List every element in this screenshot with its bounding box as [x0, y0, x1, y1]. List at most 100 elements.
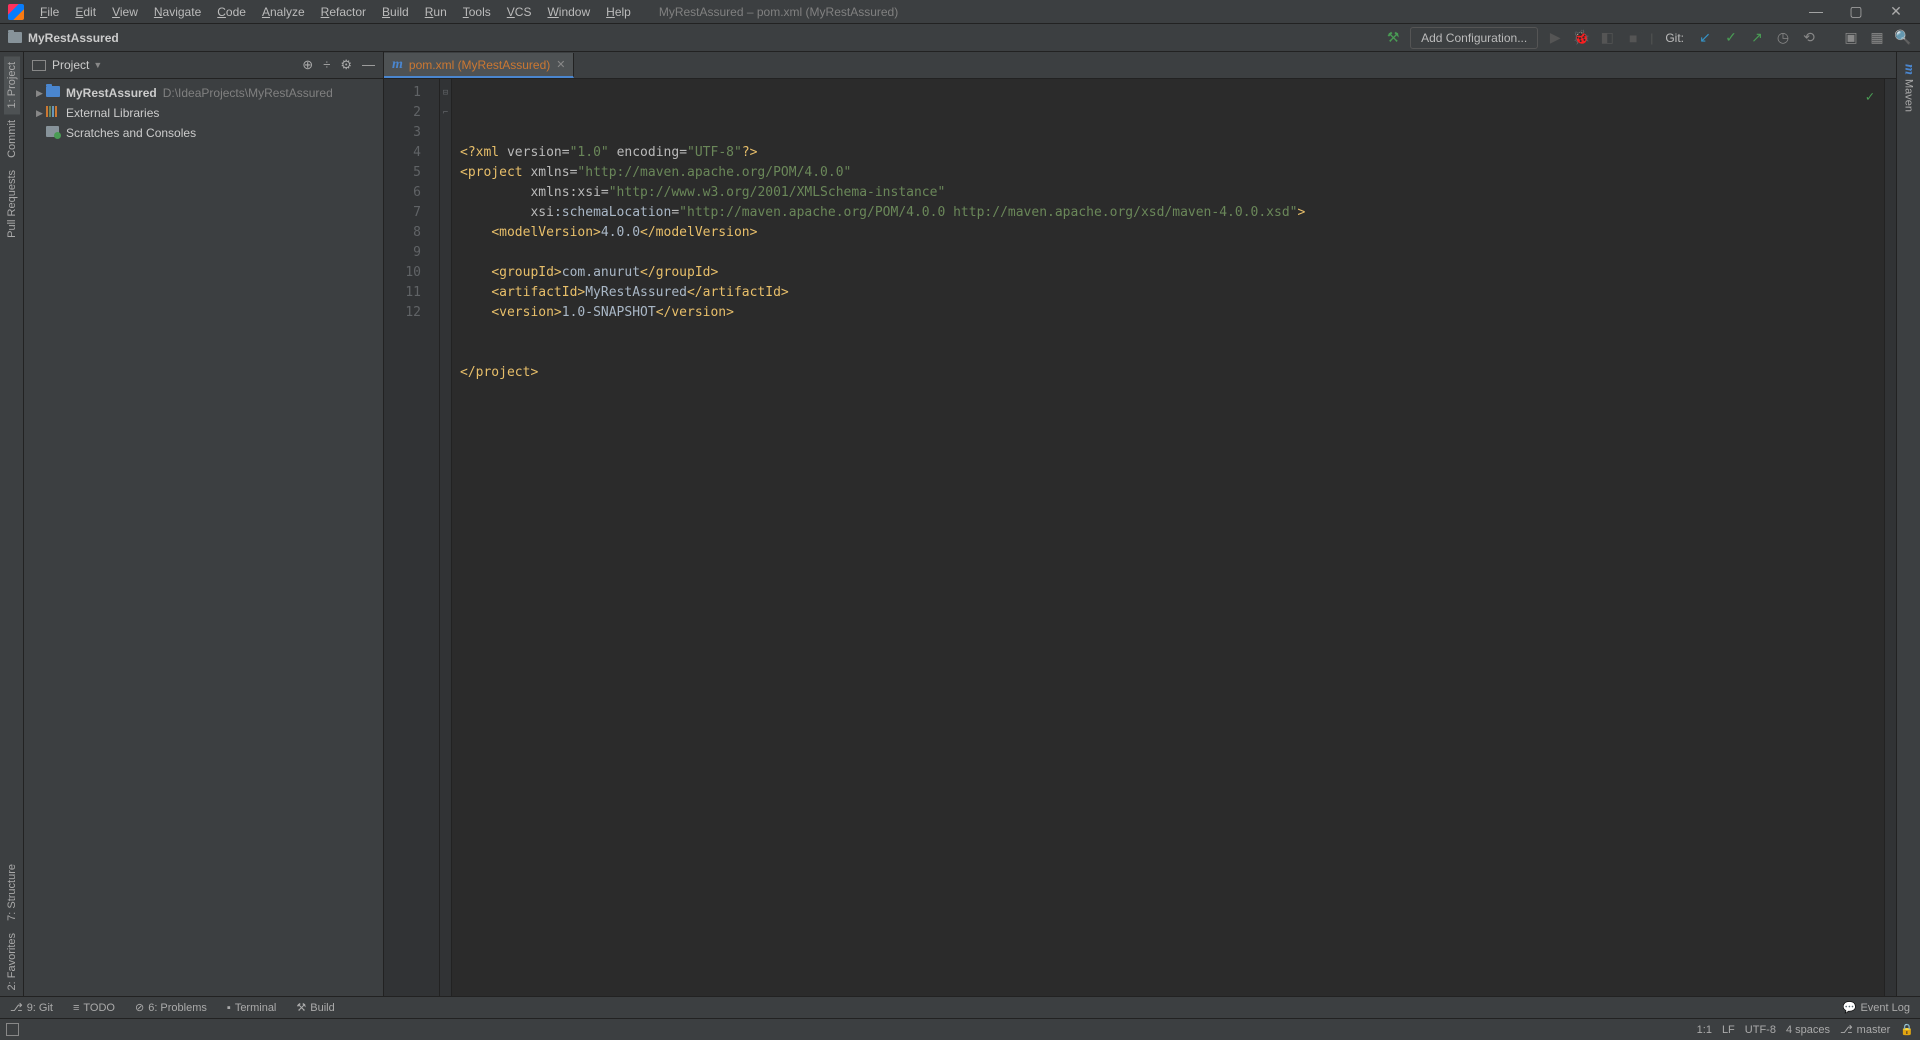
tree-item-label: Scratches and Consoles — [66, 126, 196, 140]
fold-gutter[interactable]: ⊟⌐ — [440, 79, 452, 996]
error-stripe[interactable] — [1884, 79, 1896, 996]
locate-icon[interactable]: ⊕ — [302, 57, 313, 73]
add-configuration-button[interactable]: Add Configuration... — [1410, 27, 1538, 49]
code-line[interactable]: xsi:schemaLocation="http://maven.apache.… — [460, 203, 1884, 223]
menu-refactor[interactable]: Refactor — [313, 3, 374, 21]
minimize-button[interactable]: — — [1796, 3, 1836, 20]
bottom-terminal[interactable]: ▪Terminal — [227, 1002, 276, 1014]
tree-root[interactable]: ▶ MyRestAssured D:\IdeaProjects\MyRestAs… — [24, 83, 383, 103]
search-everywhere-icon[interactable]: 🔍 — [1894, 29, 1912, 47]
toolwindow--structure[interactable]: 7: Structure — [4, 858, 20, 927]
menu-tools[interactable]: Tools — [455, 3, 499, 21]
tab-close-icon[interactable]: ✕ — [556, 58, 565, 71]
bottom-todo[interactable]: ≡TODO — [73, 1002, 115, 1014]
caret-position[interactable]: 1:1 — [1697, 1024, 1712, 1036]
maven-label: Maven — [1903, 79, 1915, 112]
code-line[interactable]: <?xml version="1.0" encoding="UTF-8"?> — [460, 143, 1884, 163]
git-branch[interactable]: ⎇master — [1840, 1023, 1890, 1036]
maven-toolwindow-button[interactable]: m Maven — [1899, 58, 1919, 118]
event-log-button[interactable]: 💬Event Log — [1843, 1001, 1910, 1014]
maximize-button[interactable]: ▢ — [1836, 3, 1876, 20]
inspection-ok-icon[interactable]: ✓ — [1866, 87, 1874, 107]
indent-setting[interactable]: 4 spaces — [1786, 1024, 1830, 1036]
toolwindow--favorites[interactable]: 2: Favorites — [4, 927, 20, 996]
git-push-icon[interactable]: ↗ — [1748, 29, 1766, 47]
tree-scratches[interactable]: Scratches and Consoles — [24, 123, 383, 143]
code-line[interactable] — [460, 323, 1884, 343]
ide-settings-icon[interactable]: ▦ — [1868, 29, 1886, 47]
tab-label: pom.xml (MyRestAssured) — [409, 58, 550, 72]
bottom-toolwindow-bar: ⎇9: Git ≡TODO ⊘6: Problems ▪Terminal ⚒Bu… — [0, 996, 1920, 1018]
project-structure-icon[interactable]: ▣ — [1842, 29, 1860, 47]
statusbar: 1:1 LF UTF-8 4 spaces ⎇master 🔒 — [0, 1018, 1920, 1040]
code-line[interactable]: xmlns:xsi="http://www.w3.org/2001/XMLSch… — [460, 183, 1884, 203]
toolwindow-quick-access-icon[interactable] — [6, 1023, 19, 1036]
hide-panel-icon[interactable]: — — [362, 57, 375, 73]
code-line[interactable]: <version>1.0-SNAPSHOT</version> — [460, 303, 1884, 323]
debug-icon[interactable]: 🐞 — [1572, 29, 1590, 47]
code-line[interactable] — [460, 343, 1884, 363]
menu-edit[interactable]: Edit — [67, 3, 104, 21]
menu-window[interactable]: Window — [539, 3, 598, 21]
coverage-icon[interactable]: ◧ — [1598, 29, 1616, 47]
scratches-icon — [46, 126, 59, 137]
menu-view[interactable]: View — [104, 3, 146, 21]
stop-icon[interactable]: ■ — [1624, 29, 1642, 47]
menubar: FileEditViewNavigateCodeAnalyzeRefactorB… — [0, 0, 1920, 24]
editor-tab[interactable]: m pom.xml (MyRestAssured) ✕ — [384, 53, 574, 78]
lock-icon[interactable]: 🔒 — [1900, 1023, 1914, 1036]
menu-code[interactable]: Code — [209, 3, 254, 21]
tree-root-path: D:\IdeaProjects\MyRestAssured — [163, 86, 333, 100]
git-label: Git: — [1665, 31, 1684, 45]
line-gutter[interactable]: 123456789101112 — [384, 79, 440, 996]
code-line[interactable]: <modelVersion>4.0.0</modelVersion> — [460, 223, 1884, 243]
expand-icon[interactable]: ÷ — [323, 57, 330, 73]
run-icon[interactable]: ▶ — [1546, 29, 1564, 47]
project-view-dropdown-icon[interactable]: ▼ — [93, 60, 102, 70]
editor-area: m pom.xml (MyRestAssured) ✕ 123456789101… — [384, 52, 1896, 996]
code-line[interactable]: <artifactId>MyRestAssured</artifactId> — [460, 283, 1884, 303]
menu-build[interactable]: Build — [374, 3, 417, 21]
project-folder-icon — [8, 32, 22, 43]
right-toolwindow-bar: m Maven — [1896, 52, 1920, 996]
menu-navigate[interactable]: Navigate — [146, 3, 209, 21]
file-encoding[interactable]: UTF-8 — [1745, 1024, 1776, 1036]
libraries-icon — [46, 106, 57, 117]
git-pull-icon[interactable]: ↙ — [1696, 29, 1714, 47]
bottom-build[interactable]: ⚒Build — [296, 1001, 334, 1014]
window-title: MyRestAssured – pom.xml (MyRestAssured) — [659, 5, 898, 19]
code-line[interactable]: </project> — [460, 363, 1884, 383]
line-separator[interactable]: LF — [1722, 1024, 1735, 1036]
toolwindow-commit[interactable]: Commit — [4, 114, 20, 164]
code-line[interactable] — [460, 243, 1884, 263]
git-commit-icon[interactable]: ✓ — [1722, 29, 1740, 47]
build-icon[interactable]: ⚒ — [1384, 29, 1402, 47]
app-logo-icon — [8, 4, 24, 20]
project-view-title[interactable]: Project — [52, 58, 89, 72]
settings-gear-icon[interactable]: ⚙ — [340, 57, 352, 73]
bottom-problems[interactable]: ⊘6: Problems — [135, 1001, 207, 1014]
toolwindow-pull-requests[interactable]: Pull Requests — [4, 164, 20, 244]
module-folder-icon — [46, 86, 60, 97]
tree-item-label: External Libraries — [66, 106, 159, 120]
menu-help[interactable]: Help — [598, 3, 639, 21]
tree-root-name: MyRestAssured — [66, 86, 157, 100]
menu-run[interactable]: Run — [417, 3, 455, 21]
menu-analyze[interactable]: Analyze — [254, 3, 313, 21]
close-button[interactable]: ✕ — [1876, 3, 1916, 20]
toolwindow--project[interactable]: 1: Project — [4, 56, 20, 114]
project-panel: Project ▼ ⊕ ÷ ⚙ — ▶ MyRestAssured D:\Ide… — [24, 52, 384, 996]
menu-vcs[interactable]: VCS — [499, 3, 540, 21]
menu-file[interactable]: File — [32, 3, 67, 21]
history-icon[interactable]: ◷ — [1774, 29, 1792, 47]
project-view-icon — [32, 60, 46, 71]
breadcrumb-project[interactable]: MyRestAssured — [28, 31, 119, 45]
code-editor[interactable]: ✓ <?xml version="1.0" encoding="UTF-8"?>… — [452, 79, 1884, 996]
tab-bar: m pom.xml (MyRestAssured) ✕ — [384, 52, 1896, 79]
code-line[interactable]: <groupId>com.anurut</groupId> — [460, 263, 1884, 283]
tree-external-libraries[interactable]: ▶ External Libraries — [24, 103, 383, 123]
code-line[interactable]: <project xmlns="http://maven.apache.org/… — [460, 163, 1884, 183]
bottom-git[interactable]: ⎇9: Git — [10, 1001, 53, 1014]
project-tree: ▶ MyRestAssured D:\IdeaProjects\MyRestAs… — [24, 79, 383, 147]
revert-icon[interactable]: ⟲ — [1800, 29, 1818, 47]
